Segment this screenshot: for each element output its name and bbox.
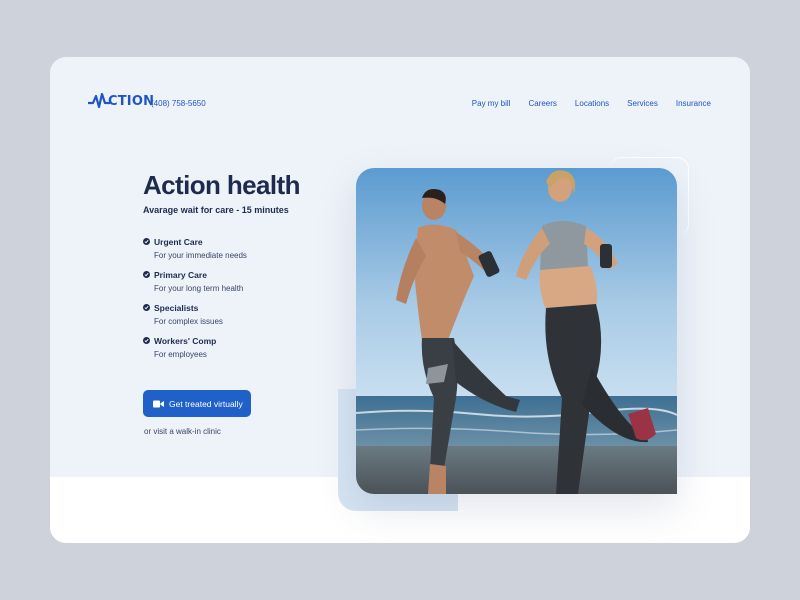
heartbeat-logo-icon: [88, 93, 110, 109]
check-icon: [143, 238, 150, 245]
service-desc: For employees: [154, 350, 207, 359]
service-workers-comp[interactable]: Workers' Comp For employees: [143, 336, 247, 369]
service-title: Urgent Care: [154, 237, 203, 247]
page-title: Action health: [143, 170, 300, 200]
get-treated-virtually-button[interactable]: Get treated virtually: [143, 390, 251, 417]
service-urgent-care[interactable]: Urgent Care For your immediate needs: [143, 237, 247, 270]
hero-photo-runners: [356, 168, 677, 494]
logo-text: CTION: [108, 93, 155, 109]
cta-label: Get treated virtually: [169, 398, 243, 409]
nav-locations[interactable]: Locations: [575, 99, 609, 108]
service-title: Workers' Comp: [154, 336, 217, 346]
check-icon: [143, 337, 150, 344]
nav-careers[interactable]: Careers: [528, 99, 556, 108]
nav-services[interactable]: Services: [627, 99, 658, 108]
nav-insurance[interactable]: Insurance: [676, 99, 711, 108]
nav-pay-my-bill[interactable]: Pay my bill: [472, 99, 511, 108]
check-icon: [143, 304, 150, 311]
landing-card: CTION (408) 758-5650 Pay my bill Careers…: [50, 57, 750, 543]
service-title: Specialists: [154, 303, 199, 313]
service-desc: For complex issues: [154, 317, 223, 326]
logo[interactable]: CTION: [88, 93, 154, 109]
check-icon: [143, 271, 150, 278]
service-title: Primary Care: [154, 270, 207, 280]
service-primary-care[interactable]: Primary Care For your long term health: [143, 270, 247, 303]
wait-time-subtitle: Avarage wait for care - 15 minutes: [143, 205, 289, 215]
walk-in-clinic-link[interactable]: or visit a walk-in clinic: [144, 427, 221, 436]
top-nav: Pay my bill Careers Locations Services I…: [472, 99, 711, 108]
service-desc: For your immediate needs: [154, 251, 247, 260]
service-desc: For your long term health: [154, 284, 244, 293]
phone-number[interactable]: (408) 758-5650: [151, 99, 206, 108]
service-specialists[interactable]: Specialists For complex issues: [143, 303, 247, 336]
video-camera-icon: [153, 400, 164, 407]
services-list: Urgent Care For your immediate needs Pri…: [143, 237, 247, 369]
